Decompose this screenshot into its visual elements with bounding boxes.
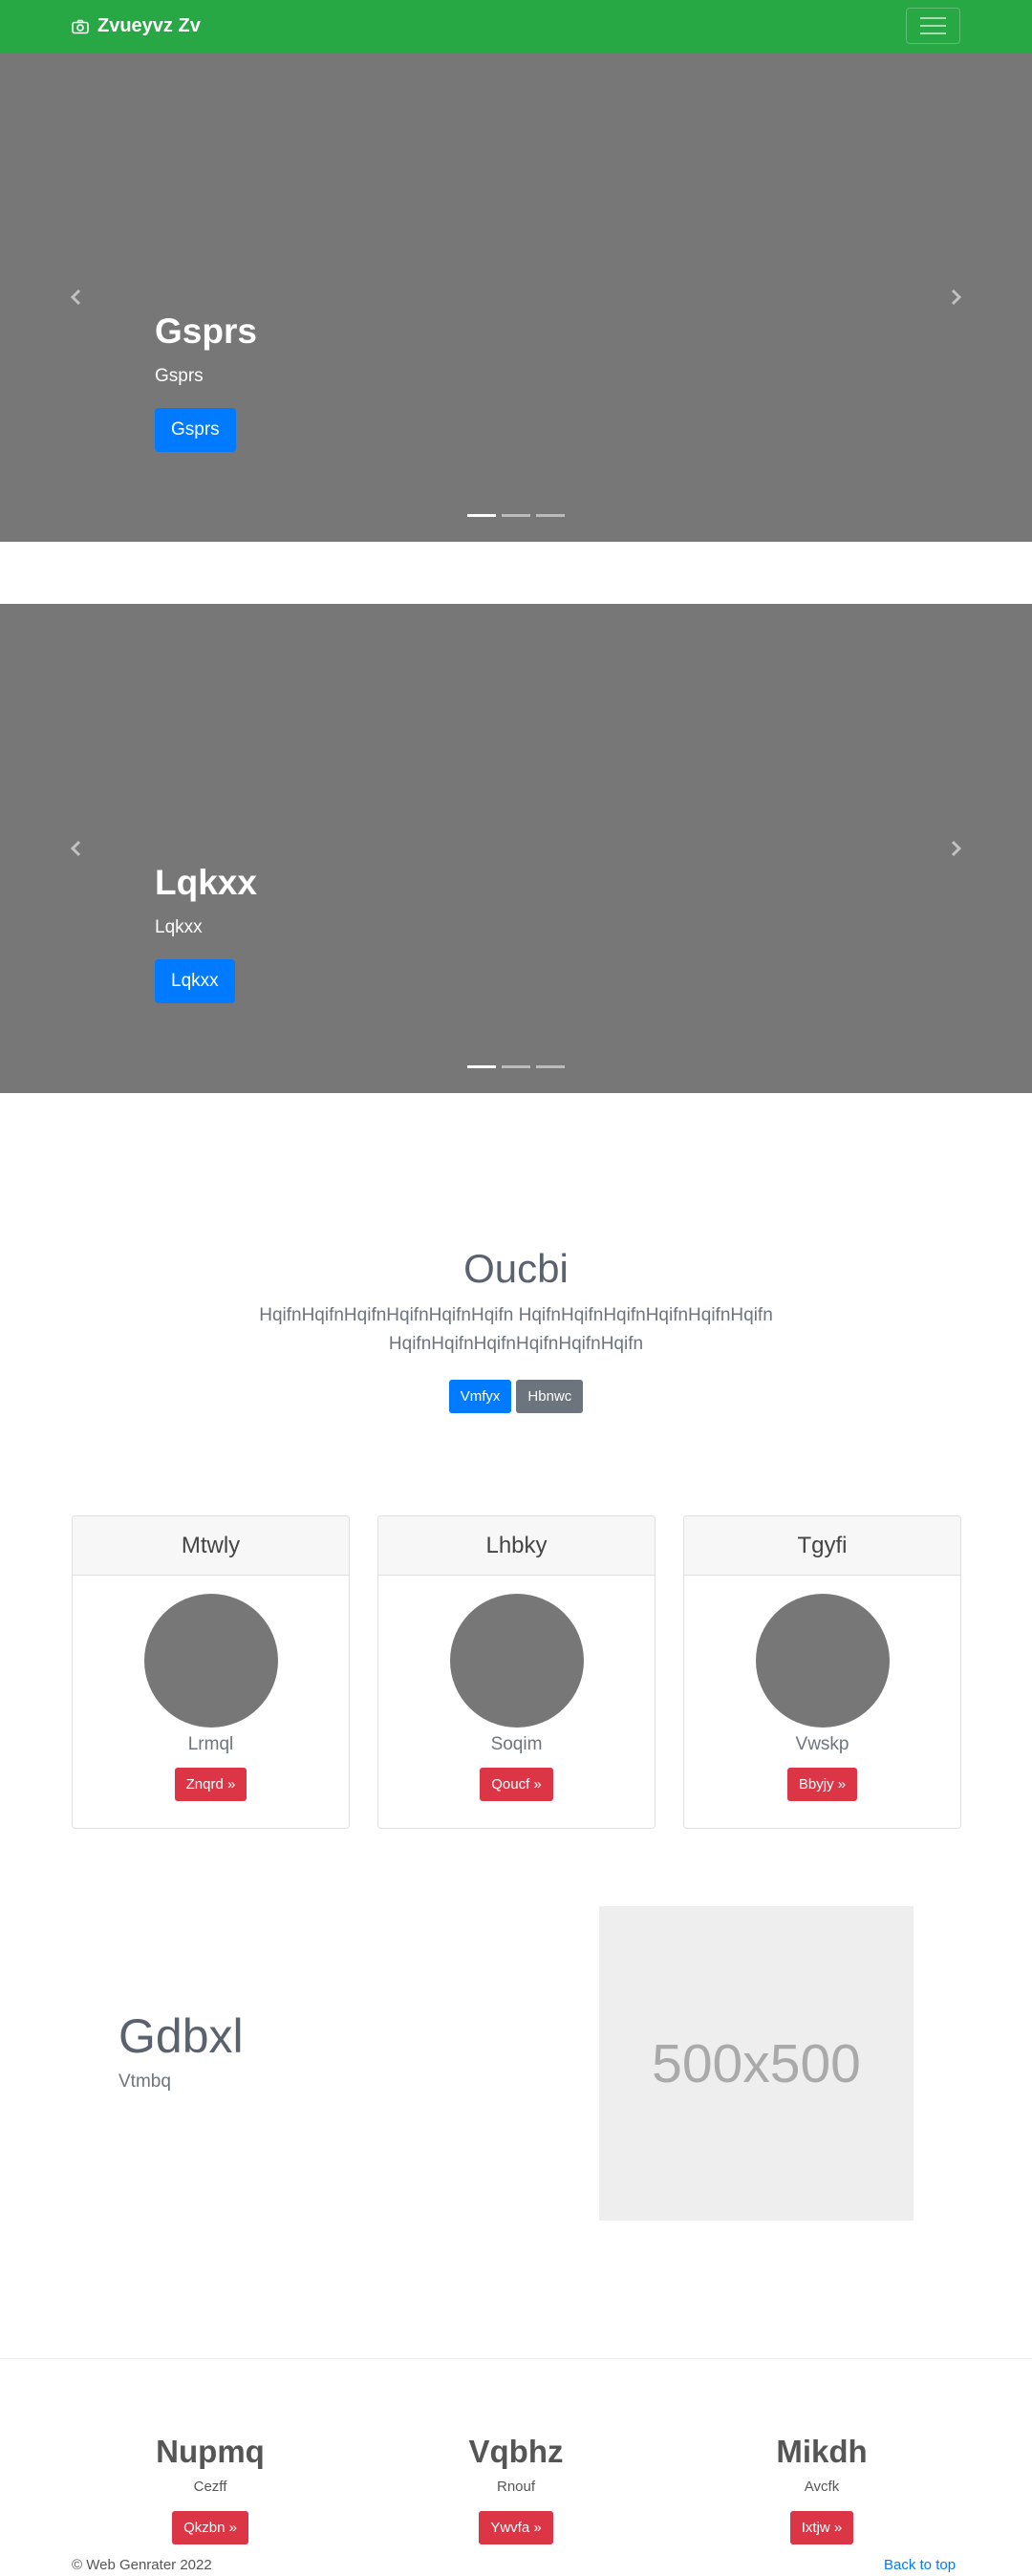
brand-label: Zvueyvz Zv: [97, 15, 201, 36]
chevron-right-icon: [951, 840, 962, 857]
info-column: Vqbhz Rnouf Ywvfa »: [344, 2434, 688, 2545]
column-text: Cezff: [193, 2479, 227, 2496]
carousel-indicator[interactable]: [536, 514, 565, 517]
hero-title: Oucbi: [463, 1246, 569, 1291]
avatar: [755, 1594, 890, 1728]
card-title: Mtwly: [73, 1516, 349, 1576]
chevron-right-icon: [951, 289, 962, 306]
carousel-indicators: [0, 514, 1032, 517]
column-title: Nupmq: [156, 2434, 265, 2469]
carousel-next-button[interactable]: [879, 604, 1032, 1093]
hero-buttons: Vmfyx Hbnwc: [0, 1380, 1032, 1413]
avatar: [143, 1594, 278, 1728]
feature-subheading: Vtmbq: [118, 2072, 171, 2092]
column-text: Rnouf: [496, 2479, 536, 2496]
hero-lead: HqifnHqifnHqifnHqifnHqifnHqifn HqifnHqif…: [259, 1305, 773, 1354]
card-button[interactable]: Znqrd »: [174, 1768, 247, 1801]
hamburger-icon-line: [920, 25, 946, 27]
card-title: Lhbky: [378, 1516, 655, 1576]
hamburger-icon-line: [920, 17, 946, 19]
carousel-indicator[interactable]: [502, 1065, 530, 1068]
carousel-indicator[interactable]: [467, 1065, 496, 1068]
hamburger-icon-line: [920, 32, 946, 34]
column-title: Vqbhz: [468, 2434, 564, 2469]
carousel-prev-button[interactable]: [0, 53, 153, 542]
carousel-caption: Gsprs Gsprs Gsprs: [155, 311, 257, 453]
placeholder-image: 500x500: [599, 1906, 914, 2221]
carousel-heading: Gsprs: [155, 311, 257, 351]
card-text: Lrmql: [187, 1734, 234, 1754]
carousel-1: Gsprs Gsprs Gsprs: [0, 53, 1032, 542]
navbar-toggler-button[interactable]: [906, 8, 960, 44]
carousel-indicator[interactable]: [536, 1065, 565, 1068]
carousel-button[interactable]: Gsprs: [155, 408, 236, 453]
chevron-left-icon: [70, 840, 81, 857]
card: Lhbky Soqim Qoucf »: [377, 1515, 656, 1829]
card-text: Vwskp: [795, 1734, 849, 1754]
column-button[interactable]: Ixtjw »: [789, 2511, 854, 2545]
info-column: Mikdh Avcfk Ixtjw »: [650, 2434, 994, 2545]
divider: [0, 2358, 1032, 2359]
carousel-indicator[interactable]: [467, 514, 496, 517]
carousel-text: Gsprs: [155, 366, 204, 387]
navbar-brand[interactable]: Zvueyvz Zv: [72, 15, 201, 37]
carousel-2: Lqkxx Lqkxx Lqkxx: [0, 604, 1032, 1093]
card: Mtwly Lrmql Znqrd »: [72, 1515, 350, 1829]
hero-primary-button[interactable]: Vmfyx: [448, 1380, 512, 1413]
carousel-text: Lqkxx: [155, 917, 203, 938]
footer-copyright: © Web Genrater 2022: [72, 2557, 212, 2573]
hero-secondary-button[interactable]: Hbnwc: [516, 1380, 584, 1413]
avatar: [449, 1594, 584, 1728]
carousel-next-button[interactable]: [879, 53, 1032, 542]
column-button[interactable]: Qkzbn »: [172, 2511, 248, 2545]
card-button[interactable]: Bbyjy »: [786, 1768, 858, 1801]
feature-heading: Gdbxl: [118, 2009, 244, 2063]
navbar: Zvueyvz Zv: [0, 0, 1032, 53]
carousel-indicators: [0, 1065, 1032, 1068]
card-button[interactable]: Qoucf »: [480, 1768, 553, 1801]
info-column: Nupmq Cezff Qkzbn »: [38, 2434, 382, 2545]
column-text: Avcfk: [804, 2479, 840, 2496]
camera-icon: [72, 19, 89, 33]
carousel-button[interactable]: Lqkxx: [155, 959, 235, 1004]
carousel-prev-button[interactable]: [0, 604, 153, 1093]
back-to-top-link[interactable]: Back to top: [884, 2557, 956, 2573]
carousel-indicator[interactable]: [502, 514, 530, 517]
card-title: Tgyfi: [684, 1516, 960, 1576]
column-button[interactable]: Ywvfa »: [479, 2511, 553, 2545]
card-text: Soqim: [490, 1734, 543, 1754]
carousel-caption: Lqkxx Lqkxx Lqkxx: [155, 862, 257, 1004]
carousel-heading: Lqkxx: [155, 863, 257, 902]
card: Tgyfi Vwskp Bbyjy »: [683, 1515, 961, 1829]
chevron-left-icon: [70, 289, 81, 306]
column-title: Mikdh: [776, 2434, 868, 2469]
